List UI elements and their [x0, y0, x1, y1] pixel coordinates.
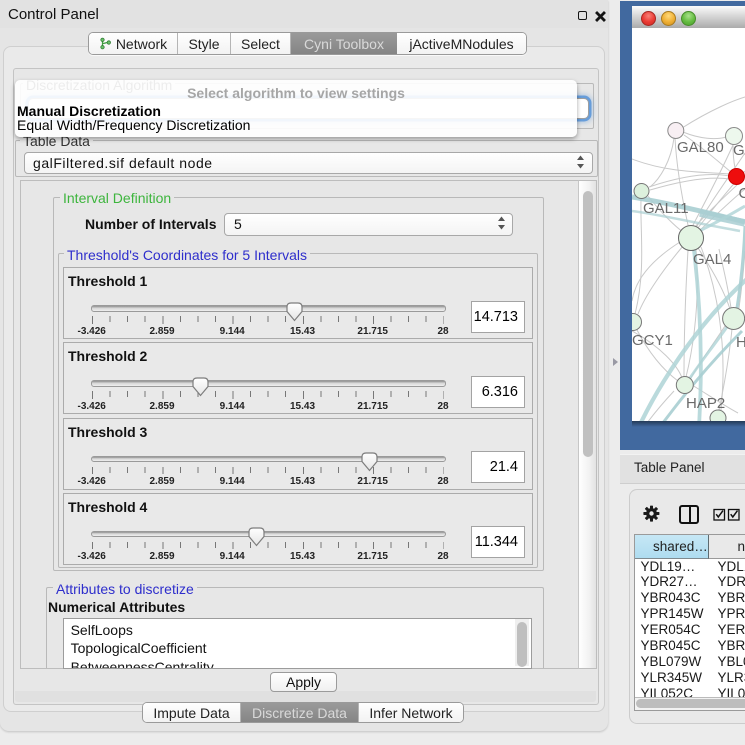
- svg-text:HAP2: HAP2: [686, 395, 725, 412]
- svg-text:GAL11: GAL11: [643, 200, 689, 217]
- svg-text:GAL80: GAL80: [677, 139, 724, 156]
- svg-text:HA: HA: [736, 334, 745, 351]
- svg-text:GCY1: GCY1: [632, 332, 673, 349]
- svg-text:CD: CD: [739, 185, 745, 202]
- svg-text:GA: GA: [733, 142, 745, 159]
- svg-text:GAL4: GAL4: [693, 251, 731, 268]
